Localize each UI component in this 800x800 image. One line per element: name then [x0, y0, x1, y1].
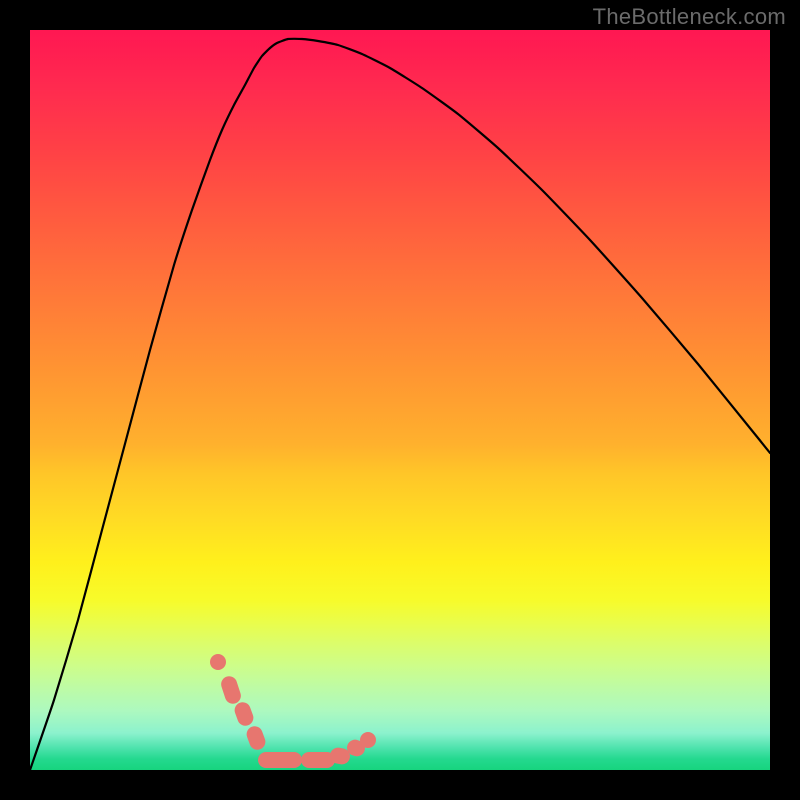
plot-area [30, 30, 770, 770]
trough-marker-pill [301, 752, 335, 768]
trough-marker-pill [244, 724, 267, 752]
bottleneck-curve [30, 39, 770, 770]
trough-markers [210, 654, 376, 768]
trough-marker-dot [210, 654, 226, 670]
curve-layer [30, 30, 770, 770]
trough-marker-dot [360, 732, 376, 748]
trough-marker-pill [232, 700, 255, 728]
trough-marker-pill [219, 674, 243, 706]
attribution-text: TheBottleneck.com [593, 4, 786, 30]
chart-frame: TheBottleneck.com [0, 0, 800, 800]
trough-marker-pill [258, 752, 302, 768]
